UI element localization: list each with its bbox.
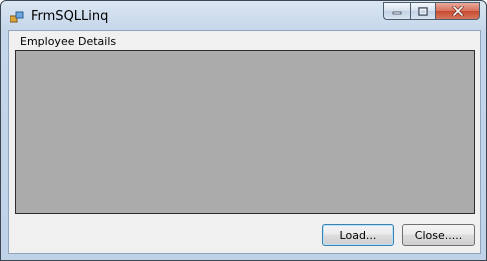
group-label: Employee Details [20,35,117,48]
close-button[interactable]: Close..... [402,224,475,246]
employee-details-group: Employee Details [12,34,477,216]
app-window: FrmSQLLinq Employee Details Load... Clos… [0,0,487,261]
app-icon [10,11,24,23]
title-bar[interactable]: FrmSQLLinq [1,1,486,31]
maximize-icon [418,6,428,16]
load-button[interactable]: Load... [322,224,394,246]
maximize-button[interactable] [410,2,436,20]
caption-buttons [383,2,480,21]
employee-data-grid[interactable] [15,50,475,214]
window-title: FrmSQLLinq [31,9,109,24]
close-window-button[interactable] [436,2,480,20]
minimize-button[interactable] [383,2,410,20]
minimize-icon [392,11,402,15]
close-icon [452,6,463,16]
form-client-area: Employee Details Load... Close..... [8,30,481,254]
